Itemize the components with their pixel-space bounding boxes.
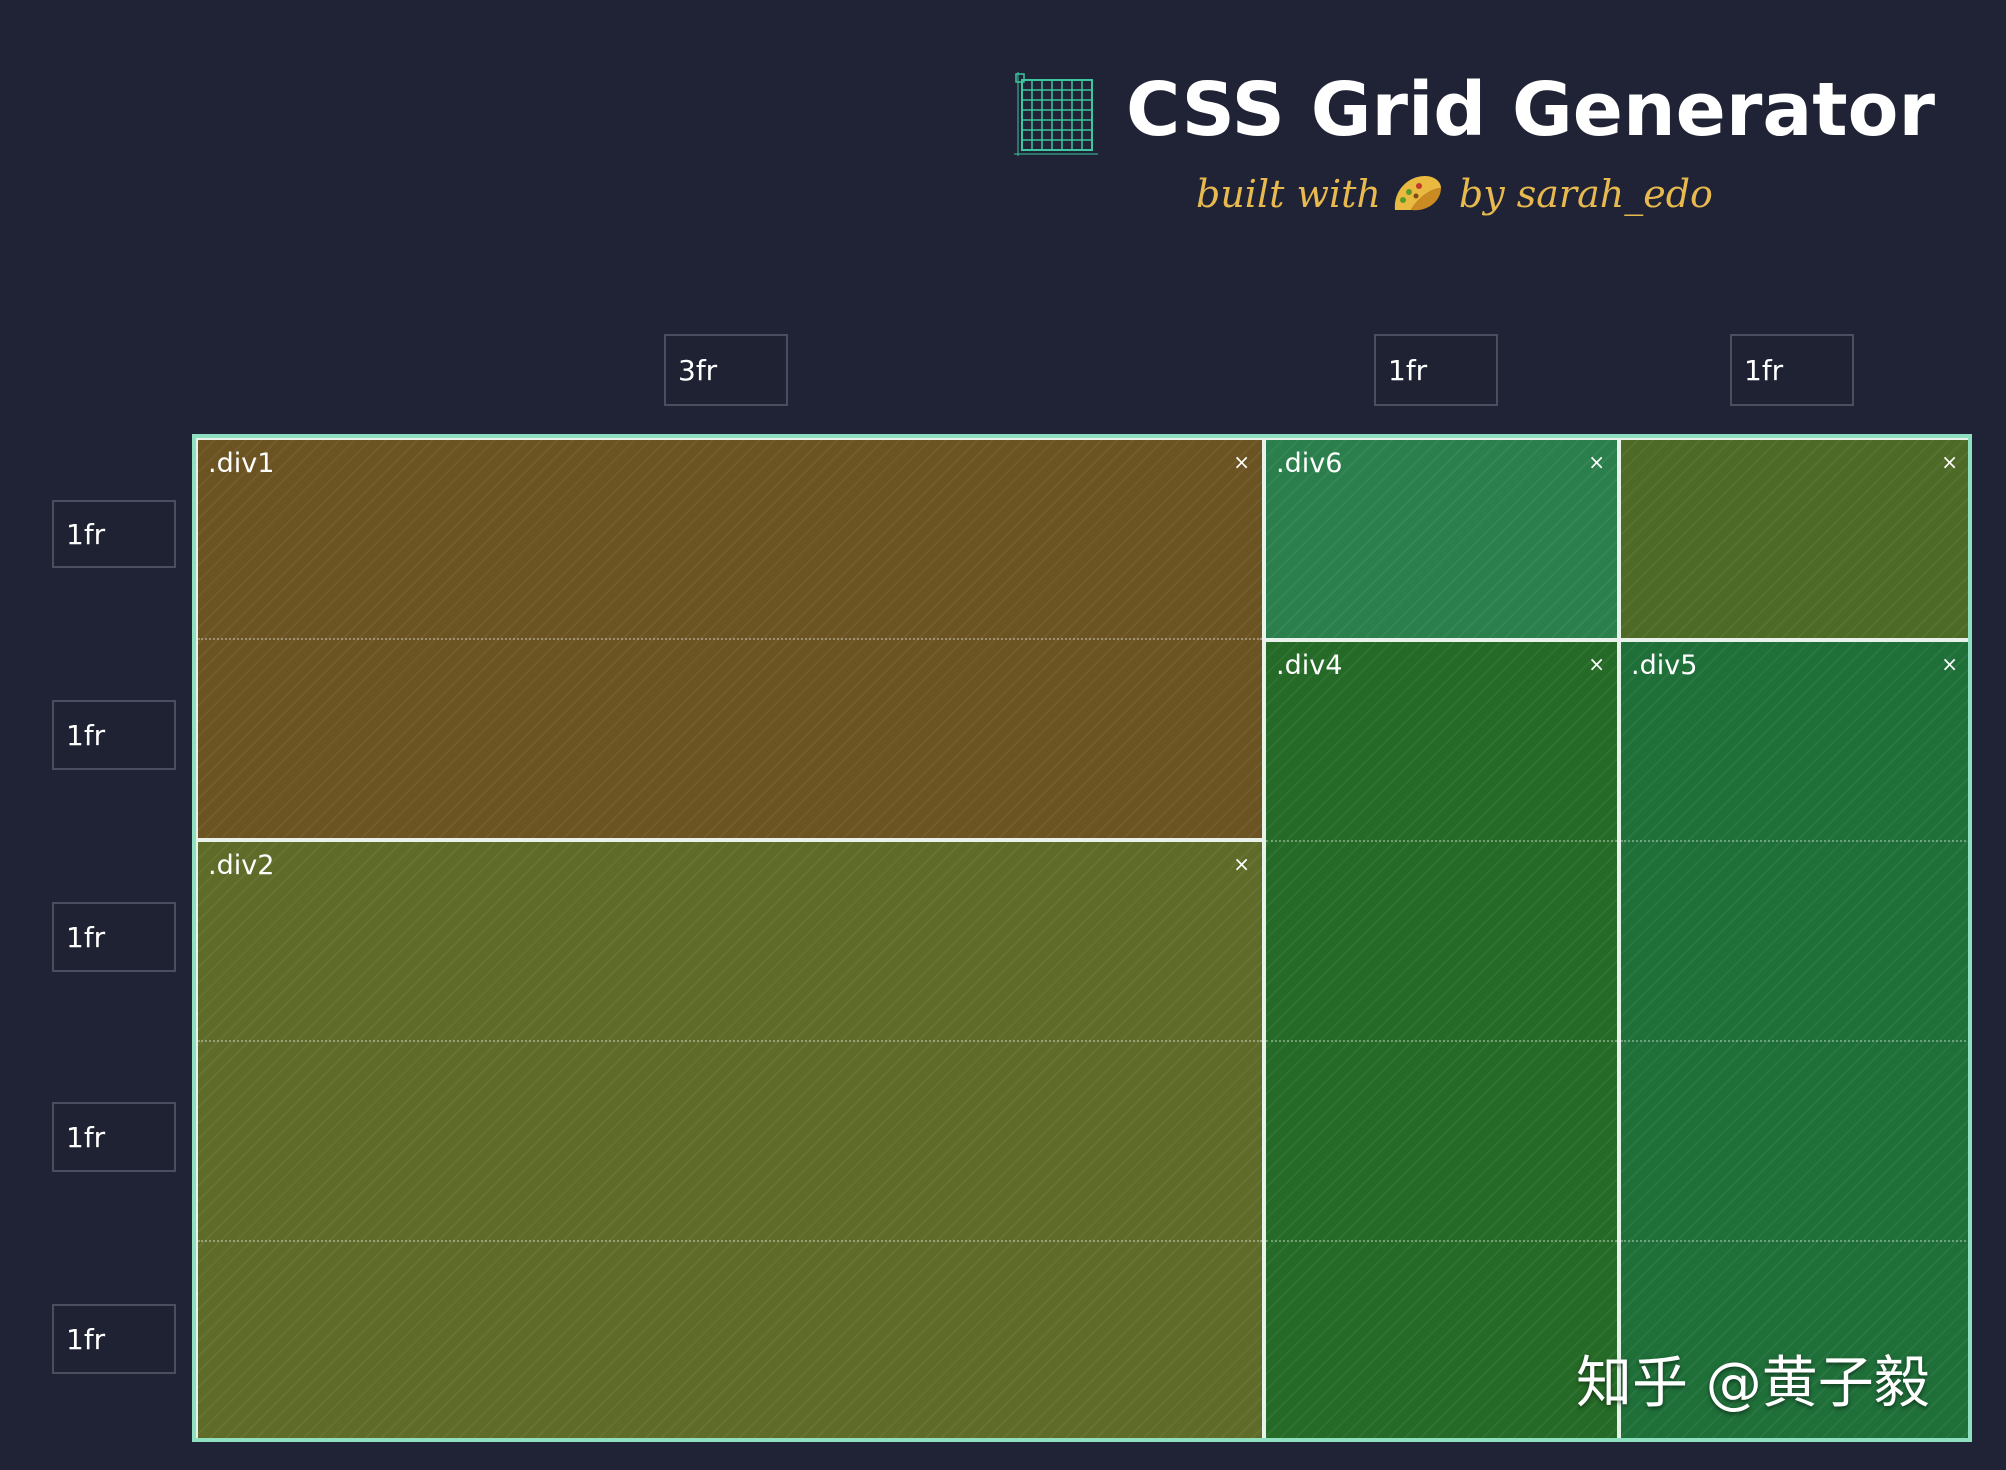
area-label-div2: .div2	[208, 850, 275, 881]
row-divider	[1621, 1240, 1968, 1242]
grid-icon	[1014, 72, 1098, 156]
row-divider	[1266, 840, 1617, 842]
grid-area-div6[interactable]: .div6 ×	[1264, 438, 1619, 640]
row-divider	[1266, 1240, 1617, 1242]
close-icon[interactable]: ×	[1588, 450, 1605, 474]
grid-area-unnamed[interactable]: ×	[1619, 438, 1968, 640]
close-icon[interactable]: ×	[1233, 852, 1250, 876]
grid-canvas[interactable]: .div1 × .div2 × .div6 × × .div4 × .div5 …	[192, 434, 1972, 1442]
grid-area-div2[interactable]: .div2 ×	[196, 840, 1264, 1438]
row-divider	[1621, 840, 1968, 842]
column-size-input-2[interactable]	[1374, 334, 1498, 406]
watermark: 知乎 @黄子毅	[1576, 1351, 1930, 1416]
row-size-input-3[interactable]	[52, 902, 176, 972]
row-divider	[1621, 1040, 1968, 1042]
subtitle-built-with: built with	[1196, 172, 1381, 216]
area-label-div1: .div1	[208, 448, 275, 479]
row-divider	[198, 638, 1262, 640]
row-divider	[198, 1040, 1262, 1042]
row-size-input-4[interactable]	[52, 1102, 176, 1172]
close-icon[interactable]: ×	[1941, 652, 1958, 676]
column-size-input-3[interactable]	[1730, 334, 1854, 406]
row-divider	[198, 1240, 1262, 1242]
row-divider	[1266, 1040, 1617, 1042]
row-size-input-5[interactable]	[52, 1304, 176, 1374]
row-size-input-1[interactable]	[52, 500, 176, 568]
close-icon[interactable]: ×	[1941, 450, 1958, 474]
area-label-div6: .div6	[1276, 448, 1343, 479]
taco-icon	[1394, 176, 1441, 211]
column-size-input-1[interactable]	[664, 334, 788, 406]
close-icon[interactable]: ×	[1233, 450, 1250, 474]
area-label-div4: .div4	[1276, 650, 1343, 681]
grid-area-div5[interactable]: .div5 ×	[1619, 640, 1968, 1438]
subtitle-by-author: by sarah_edo	[1458, 172, 1713, 216]
area-label-div5: .div5	[1631, 650, 1698, 681]
grid-area-div1[interactable]: .div1 ×	[196, 438, 1264, 840]
app-title: CSS Grid Generator	[1126, 67, 1935, 153]
subtitle: built with by sarah_edo	[1196, 164, 1713, 224]
close-icon[interactable]: ×	[1588, 652, 1605, 676]
grid-area-div4[interactable]: .div4 ×	[1264, 640, 1619, 1438]
row-size-input-2[interactable]	[52, 700, 176, 770]
